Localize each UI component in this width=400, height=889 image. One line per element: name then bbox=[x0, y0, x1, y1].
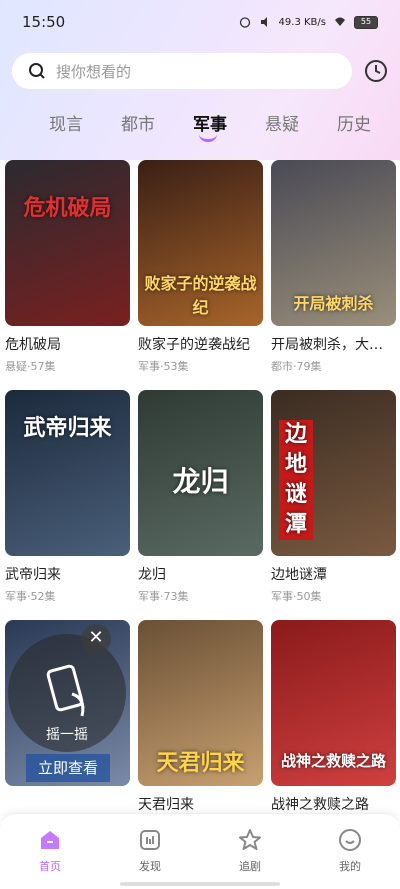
profile-icon bbox=[339, 829, 361, 851]
close-button[interactable]: ✕ bbox=[81, 624, 111, 654]
tab-xianyan[interactable]: 现言 bbox=[36, 110, 96, 135]
drama-card[interactable]: 开局被刺杀 开局被刺杀，大… 都市·79集 bbox=[271, 160, 396, 374]
discover-icon bbox=[140, 830, 160, 850]
drama-title: 危机破局 bbox=[5, 337, 61, 353]
drama-meta: 军事·52集 bbox=[5, 590, 56, 603]
poster-title: 天君归来 bbox=[156, 751, 245, 776]
shake-label: 摇一摇 bbox=[46, 727, 88, 743]
poster-title: 战神之救赎之路 bbox=[280, 752, 386, 770]
search-icon bbox=[29, 63, 45, 79]
drama-meta: 都市·79集 bbox=[271, 360, 322, 373]
drama-title: 开局被刺杀，大… bbox=[271, 337, 383, 353]
nav-label: 发现 bbox=[139, 860, 161, 873]
nav-follow[interactable]: 追剧 bbox=[220, 828, 280, 874]
drama-card[interactable]: 边地谜潭 边地谜潭 军事·50集 bbox=[271, 390, 396, 604]
tab-xuanyi[interactable]: 悬疑 bbox=[252, 110, 312, 135]
search-placeholder: 搜你想看的 bbox=[56, 62, 132, 81]
drama-poster: 天君归来 bbox=[138, 620, 263, 786]
search-input[interactable]: 搜你想看的 bbox=[12, 53, 352, 89]
drama-meta: 军事·73集 bbox=[138, 590, 189, 603]
status-bar: 15:50 49.3 KB/s 55 bbox=[0, 0, 400, 44]
drama-card[interactable]: 武帝归来 武帝归来 军事·52集 bbox=[5, 390, 130, 604]
drama-card[interactable]: 败家子的逆袭战纪 败家子的逆袭战纪 军事·53集 bbox=[138, 160, 263, 374]
mute-icon bbox=[260, 17, 267, 27]
home-indicator bbox=[120, 882, 280, 886]
tab-junshi[interactable]: 军事 bbox=[180, 110, 240, 135]
battery-icon: 55 bbox=[354, 15, 378, 29]
history-icon[interactable] bbox=[364, 59, 388, 83]
drama-poster: 战神之救赎之路 bbox=[271, 620, 396, 786]
poster-title: 武帝归来 bbox=[23, 416, 112, 441]
status-time: 15:50 bbox=[22, 13, 66, 31]
star-icon bbox=[239, 829, 261, 850]
tab-dushi[interactable]: 都市 bbox=[108, 110, 168, 135]
drama-poster: 开局被刺杀 bbox=[271, 160, 396, 326]
drama-card[interactable]: 危机破局 危机破局 悬疑·57集 bbox=[5, 160, 130, 374]
network-speed: 49.3 KB/s bbox=[278, 16, 326, 28]
drama-card[interactable]: 战神之救赎之路 战神之救赎之路 bbox=[271, 620, 396, 814]
tab-lishi[interactable]: 历史 bbox=[324, 110, 384, 135]
poster-title: 败家子的逆袭战纪 bbox=[144, 274, 257, 317]
phone-shake-icon bbox=[46, 664, 85, 717]
nav-profile[interactable]: 我的 bbox=[320, 828, 380, 874]
drama-poster: 边地谜潭 bbox=[271, 390, 396, 556]
category-tabs: 现言 都市 军事 悬疑 历史 bbox=[0, 100, 400, 150]
nav-label: 追剧 bbox=[239, 860, 261, 873]
drama-title: 龙归 bbox=[138, 567, 166, 583]
alarm-icon bbox=[239, 17, 250, 28]
drama-title: 战神之救赎之路 bbox=[271, 797, 369, 813]
nav-home[interactable]: 首页 bbox=[20, 828, 80, 874]
nav-label: 我的 bbox=[339, 860, 361, 873]
drama-card[interactable]: 天君归来 天君归来 bbox=[138, 620, 263, 814]
shake-ad-overlay[interactable]: ✕ 摇一摇 立即查看 bbox=[8, 624, 128, 794]
drama-title: 武帝归来 bbox=[5, 567, 61, 583]
drama-title: 败家子的逆袭战纪 bbox=[138, 337, 250, 353]
drama-meta: 军事·50集 bbox=[271, 590, 322, 603]
drama-title: 天君归来 bbox=[138, 797, 194, 813]
drama-card[interactable]: 龙归 龙归 军事·73集 bbox=[138, 390, 263, 604]
bottom-navigation: 首页 发现 追剧 我的 bbox=[0, 813, 400, 889]
view-now-button[interactable]: 立即查看 bbox=[26, 754, 110, 782]
drama-poster: 危机破局 bbox=[5, 160, 130, 326]
home-icon bbox=[41, 831, 59, 849]
drama-meta: 悬疑·57集 bbox=[5, 360, 56, 373]
drama-poster: 武帝归来 bbox=[5, 390, 130, 556]
poster-title: 危机破局 bbox=[23, 196, 112, 221]
poster-title: 龙归 bbox=[172, 465, 229, 498]
drama-poster: 败家子的逆袭战纪 bbox=[138, 160, 263, 326]
drama-poster: 龙归 bbox=[138, 390, 263, 556]
drama-meta: 军事·53集 bbox=[138, 360, 189, 373]
nav-discover[interactable]: 发现 bbox=[120, 828, 180, 874]
poster-title: 开局被刺杀 bbox=[293, 294, 374, 313]
search-row: 搜你想看的 bbox=[12, 52, 392, 90]
nav-label: 首页 bbox=[39, 860, 61, 873]
drama-title: 边地谜潭 bbox=[271, 567, 327, 583]
wifi-icon bbox=[335, 17, 345, 26]
poster-title: 边地谜潭 bbox=[279, 420, 313, 540]
